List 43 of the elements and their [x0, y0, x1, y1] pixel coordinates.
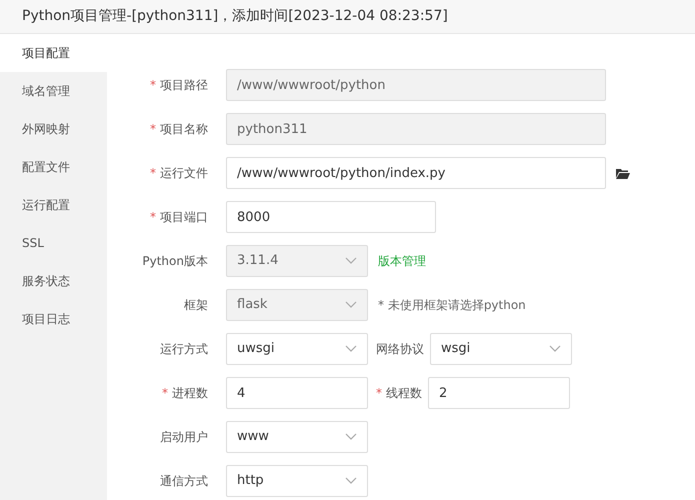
field-label: 线程数 [386, 385, 422, 402]
field-label: Python版本 [142, 253, 208, 270]
required-mark: * [376, 385, 382, 402]
select-field[interactable]: http [226, 465, 368, 497]
window-title: Python项目管理-[python311]，添加时间[2023-12-04 08:23:57] [22, 7, 448, 26]
required-mark: * [150, 77, 156, 94]
required-mark: * [150, 209, 156, 226]
chevron-down-icon [345, 433, 357, 441]
select-field[interactable]: uwsgi [226, 333, 368, 365]
required-mark: * [150, 121, 156, 138]
field-label: 运行文件 [160, 165, 208, 182]
chevron-down-icon [549, 345, 561, 353]
chevron-down-icon [345, 301, 357, 309]
input-field[interactable]: 4 [226, 377, 368, 409]
required-mark: * [162, 385, 168, 402]
select-field[interactable]: www [226, 421, 368, 453]
chevron-down-icon [345, 257, 357, 265]
field-label: 项目路径 [160, 77, 208, 94]
input-field[interactable]: /www/wwwroot/python/index.py [226, 157, 606, 189]
field-label: 框架 [184, 297, 208, 314]
input-field[interactable]: 8000 [226, 201, 436, 233]
field-label: 网络协议 [376, 341, 424, 358]
field-label: 项目名称 [160, 121, 208, 138]
required-mark: * [150, 165, 156, 182]
field-label: 运行方式 [160, 341, 208, 358]
sidebar-item[interactable]: 外网映射 [0, 110, 107, 148]
sidebar-item[interactable]: 运行配置 [0, 186, 107, 224]
select-field[interactable]: wsgi [430, 333, 572, 365]
chevron-down-icon [345, 477, 357, 485]
folder-icon[interactable] [616, 168, 630, 178]
field-label: 启动用户 [160, 429, 208, 446]
input-field[interactable]: 2 [428, 377, 570, 409]
field-label: 进程数 [172, 385, 208, 402]
sidebar-item[interactable]: 域名管理 [0, 72, 107, 110]
sidebar-item[interactable]: 项目日志 [0, 300, 107, 338]
sidebar-item[interactable]: 配置文件 [0, 148, 107, 186]
sidebar-item[interactable]: 服务状态 [0, 262, 107, 300]
field-label: 项目端口 [160, 209, 208, 226]
sidebar-item[interactable]: 项目配置 [0, 34, 107, 72]
sidebar-item[interactable]: SSL [0, 224, 107, 262]
field-label: 通信方式 [160, 473, 208, 490]
hint-text: * 未使用框架请选择python [378, 297, 526, 314]
chevron-down-icon [345, 345, 357, 353]
